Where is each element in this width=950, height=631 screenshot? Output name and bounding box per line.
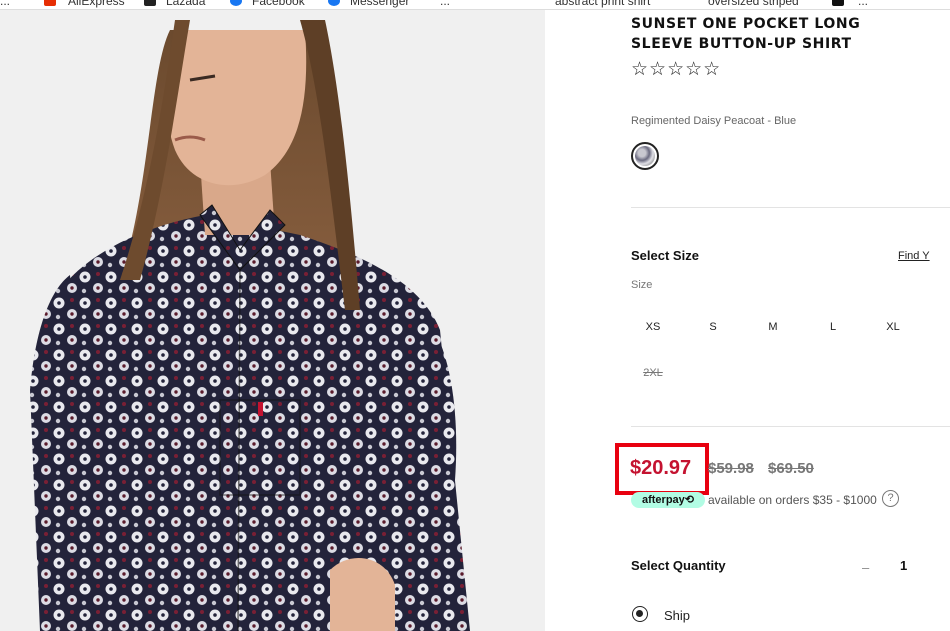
product-details-panel: SUNSET ONE POCKET LONG SLEEVE BUTTON-UP … xyxy=(545,10,950,631)
size-option-l[interactable]: L xyxy=(813,321,853,333)
select-size-heading: Select Size xyxy=(631,248,699,263)
bookmark-item-oversized[interactable]: oversized striped xyxy=(708,0,799,8)
quantity-value: 1 xyxy=(900,558,908,573)
find-your-size-link[interactable]: Find Y xyxy=(898,250,930,262)
rating-stars-icon[interactable]: ☆☆☆☆☆ xyxy=(631,58,721,81)
afterpay-info: available on orders $35 - $1000 xyxy=(708,493,877,507)
size-option-xl[interactable]: XL xyxy=(873,321,913,333)
size-option-s[interactable]: S xyxy=(693,321,733,333)
messenger-icon xyxy=(328,0,340,6)
question-icon[interactable]: ? xyxy=(882,490,899,507)
color-swatch-icon xyxy=(635,146,655,166)
bookmark-item[interactable]: ... xyxy=(858,0,868,8)
divider xyxy=(631,207,950,208)
bookmarks-bar: ... AliExpress Lazada Facebook Messenger… xyxy=(0,0,950,10)
size-label: Size xyxy=(631,279,653,291)
color-name: Regimented Daisy Peacoat - Blue xyxy=(631,115,797,127)
bookmark-item-aliexpress[interactable]: AliExpress xyxy=(68,0,125,8)
list-price: $69.50 xyxy=(768,460,814,477)
quantity-decrease-button[interactable]: – xyxy=(862,560,869,575)
size-option-m[interactable]: M xyxy=(753,321,793,333)
model-illustration xyxy=(0,10,545,631)
select-quantity-heading: Select Quantity xyxy=(631,558,726,573)
ship-option-label[interactable]: Ship xyxy=(664,608,690,623)
bookmark-item[interactable]: ... xyxy=(440,0,450,8)
size-option-2xl-unavailable[interactable]: 2XL xyxy=(633,367,673,379)
bookmark-item-lazada[interactable]: Lazada xyxy=(166,0,205,8)
original-price: $59.98 xyxy=(708,460,754,477)
product-title: SUNSET ONE POCKET LONG SLEEVE BUTTON-UP … xyxy=(631,16,861,52)
afterpay-logo: afterpay⟲ xyxy=(631,492,705,508)
color-swatch-button[interactable] xyxy=(631,142,659,170)
bookmark-icon xyxy=(832,0,844,6)
size-option-xs[interactable]: XS xyxy=(633,321,673,333)
bookmark-item-facebook[interactable]: Facebook xyxy=(252,0,305,8)
facebook-icon xyxy=(230,0,242,6)
lazada-icon xyxy=(144,0,156,6)
divider xyxy=(631,426,950,427)
bookmark-item[interactable]: ... xyxy=(0,0,10,8)
ship-radio-button[interactable] xyxy=(632,606,648,622)
bookmark-item-abstract[interactable]: abstract print shirt xyxy=(555,0,650,8)
bookmark-item-messenger[interactable]: Messenger xyxy=(350,0,409,8)
aliexpress-icon xyxy=(44,0,56,6)
product-image[interactable] xyxy=(0,10,545,631)
sale-price: $20.97 xyxy=(630,457,692,479)
